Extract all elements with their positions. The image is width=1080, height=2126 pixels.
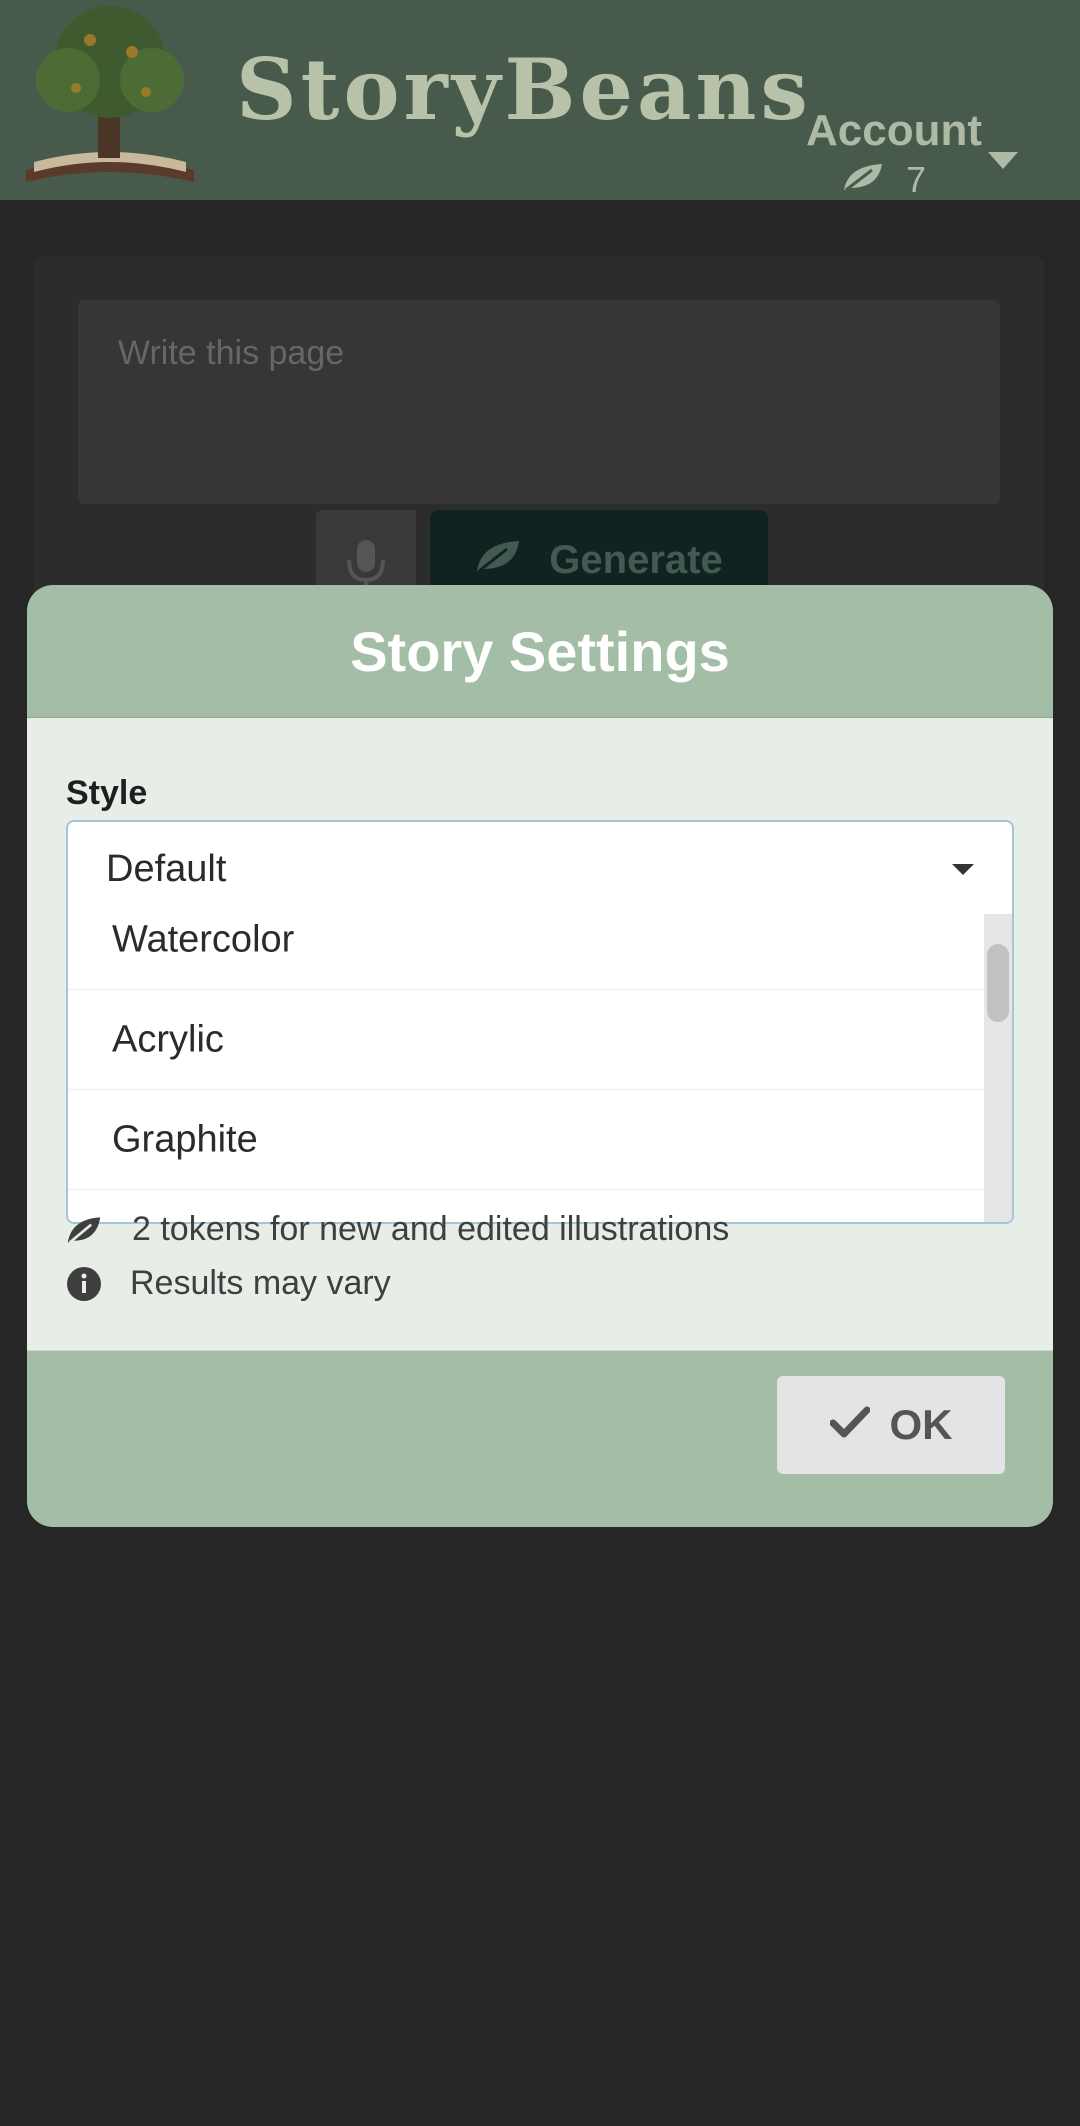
caret-down-icon [952,864,974,875]
app-header: StoryBeans Account 7 [0,0,1080,200]
ok-button[interactable]: OK [777,1376,1005,1474]
style-option-watercolor[interactable]: Watercolor [68,914,986,990]
brand-title: StoryBeans [236,40,812,139]
token-cost-note: 2 tokens for new and edited illustration… [66,1210,729,1249]
style-select[interactable]: Default [66,820,1014,914]
scrollbar-thumb[interactable] [987,944,1009,1022]
page-text-input[interactable] [78,300,1000,504]
generate-label: Generate [549,537,723,582]
style-option-acrylic[interactable]: Acrylic [68,990,986,1090]
dialog-footer: OK [27,1349,1053,1527]
style-label: Style [66,774,148,812]
dialog-title: Story Settings [350,619,730,683]
token-balance: 7 [842,159,927,201]
info-circle-icon [66,1266,102,1302]
selected-style-value: Default [106,848,227,890]
dialog-body: Style Default Watercolor Acrylic Graphit… [27,717,1053,1351]
style-dropdown-list: Watercolor Acrylic Graphite [66,914,1014,1224]
story-settings-dialog: Story Settings Style Default Watercolor … [27,585,1053,1527]
style-option-graphite[interactable]: Graphite [68,1090,986,1190]
dropdown-scrollbar[interactable] [984,914,1012,1222]
account-menu-label[interactable]: Account [806,106,982,156]
token-count: 7 [906,159,927,200]
leaf-icon [66,1212,102,1248]
chevron-down-icon[interactable] [988,152,1018,169]
storybeans-logo[interactable] [6,0,214,192]
checkmark-icon [829,1401,870,1449]
ok-label: OK [889,1401,953,1448]
results-note: Results may vary [66,1264,391,1303]
leaf-icon [842,159,884,201]
leaf-icon [475,538,521,583]
